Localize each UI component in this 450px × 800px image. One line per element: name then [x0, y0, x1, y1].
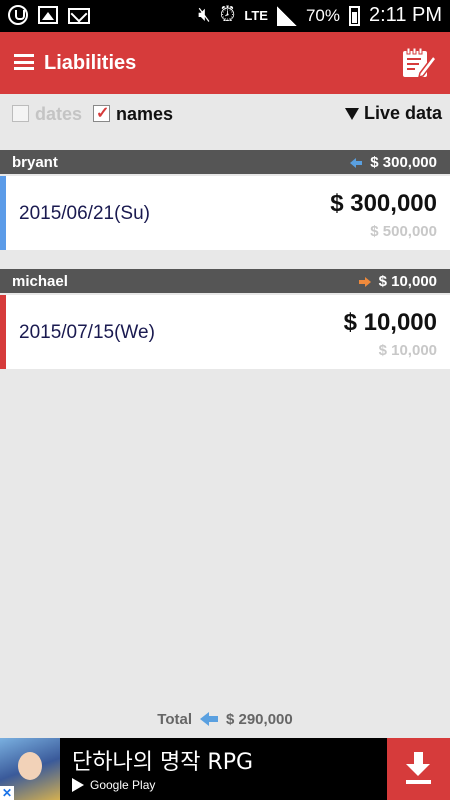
ad-download-button[interactable] [387, 738, 450, 800]
entry-color-bar [0, 295, 6, 369]
app-toolbar: Liabilities [0, 32, 450, 94]
network-type: LTE [244, 7, 268, 23]
image-notification-icon [38, 6, 58, 24]
names-label[interactable]: names [116, 104, 173, 125]
google-play-badge[interactable]: Google Play [72, 778, 155, 792]
entry-color-bar [0, 176, 6, 250]
battery-percent: 70% [305, 5, 340, 25]
total-row: Total $ 290,000 [0, 708, 450, 730]
entry-original-amount: $ 10,000 [378, 342, 437, 359]
total-amount: $ 290,000 [225, 710, 293, 728]
total-label: Total [157, 710, 192, 728]
group-header[interactable]: michael $ 10,000 [0, 269, 450, 293]
group-name: bryant [12, 154, 58, 171]
entry-date: 2015/06/21(Su) [19, 203, 150, 224]
group-header[interactable]: bryant $ 300,000 [0, 150, 450, 174]
arrow-left-icon [199, 712, 218, 726]
download-icon-base [406, 780, 431, 784]
live-data-dropdown[interactable]: Live data [344, 103, 442, 124]
clock: 2:11 PM [369, 4, 442, 26]
page-title: Liabilities [44, 52, 137, 74]
ad-title[interactable]: 단하나의 명작 RPG [72, 744, 253, 776]
edit-note-icon[interactable] [400, 46, 436, 80]
play-store-icon [72, 778, 84, 792]
filter-bar: dates names Live data [0, 94, 450, 134]
entry-date: 2015/07/15(We) [19, 322, 155, 343]
battery-icon [349, 5, 360, 26]
dates-checkbox[interactable] [12, 105, 29, 122]
group-amount: $ 10,000 [378, 273, 437, 290]
ad-character-face [18, 752, 42, 780]
liability-entry[interactable]: 2015/06/21(Su) $ 300,000 $ 500,000 [0, 176, 450, 250]
names-checkbox[interactable] [93, 103, 110, 123]
arrow-left-icon [350, 157, 363, 168]
liability-entry[interactable]: 2015/07/15(We) $ 10,000 $ 10,000 [0, 295, 450, 369]
live-data-label: Live data [363, 103, 442, 123]
entry-amount: $ 10,000 [343, 309, 437, 336]
entry-original-amount: $ 500,000 [370, 223, 437, 240]
google-play-label: Google Play [90, 778, 156, 792]
dropdown-triangle-icon [344, 107, 359, 120]
alarm-icon: ⏰︎ [219, 4, 236, 26]
ad-banner[interactable]: ✕ 단하나의 명작 RPG Google Play [0, 738, 450, 800]
app-notification-icon [8, 5, 28, 25]
arrow-right-icon [358, 276, 371, 287]
dates-label[interactable]: dates [35, 104, 82, 125]
menu-icon[interactable] [14, 54, 34, 70]
signal-icon [276, 5, 297, 26]
ad-game-image[interactable]: ✕ [0, 738, 60, 800]
entry-amount: $ 300,000 [330, 190, 437, 217]
group-amount: $ 300,000 [370, 154, 437, 171]
download-icon-head [406, 764, 430, 776]
group-name: michael [12, 273, 68, 290]
mute-icon: 🔇︎ [198, 4, 211, 26]
status-bar: 🔇︎ ⏰︎ LTE 70% 2:11 PM [0, 0, 450, 32]
mail-notification-icon [68, 8, 90, 24]
ad-close-icon[interactable]: ✕ [0, 786, 14, 800]
